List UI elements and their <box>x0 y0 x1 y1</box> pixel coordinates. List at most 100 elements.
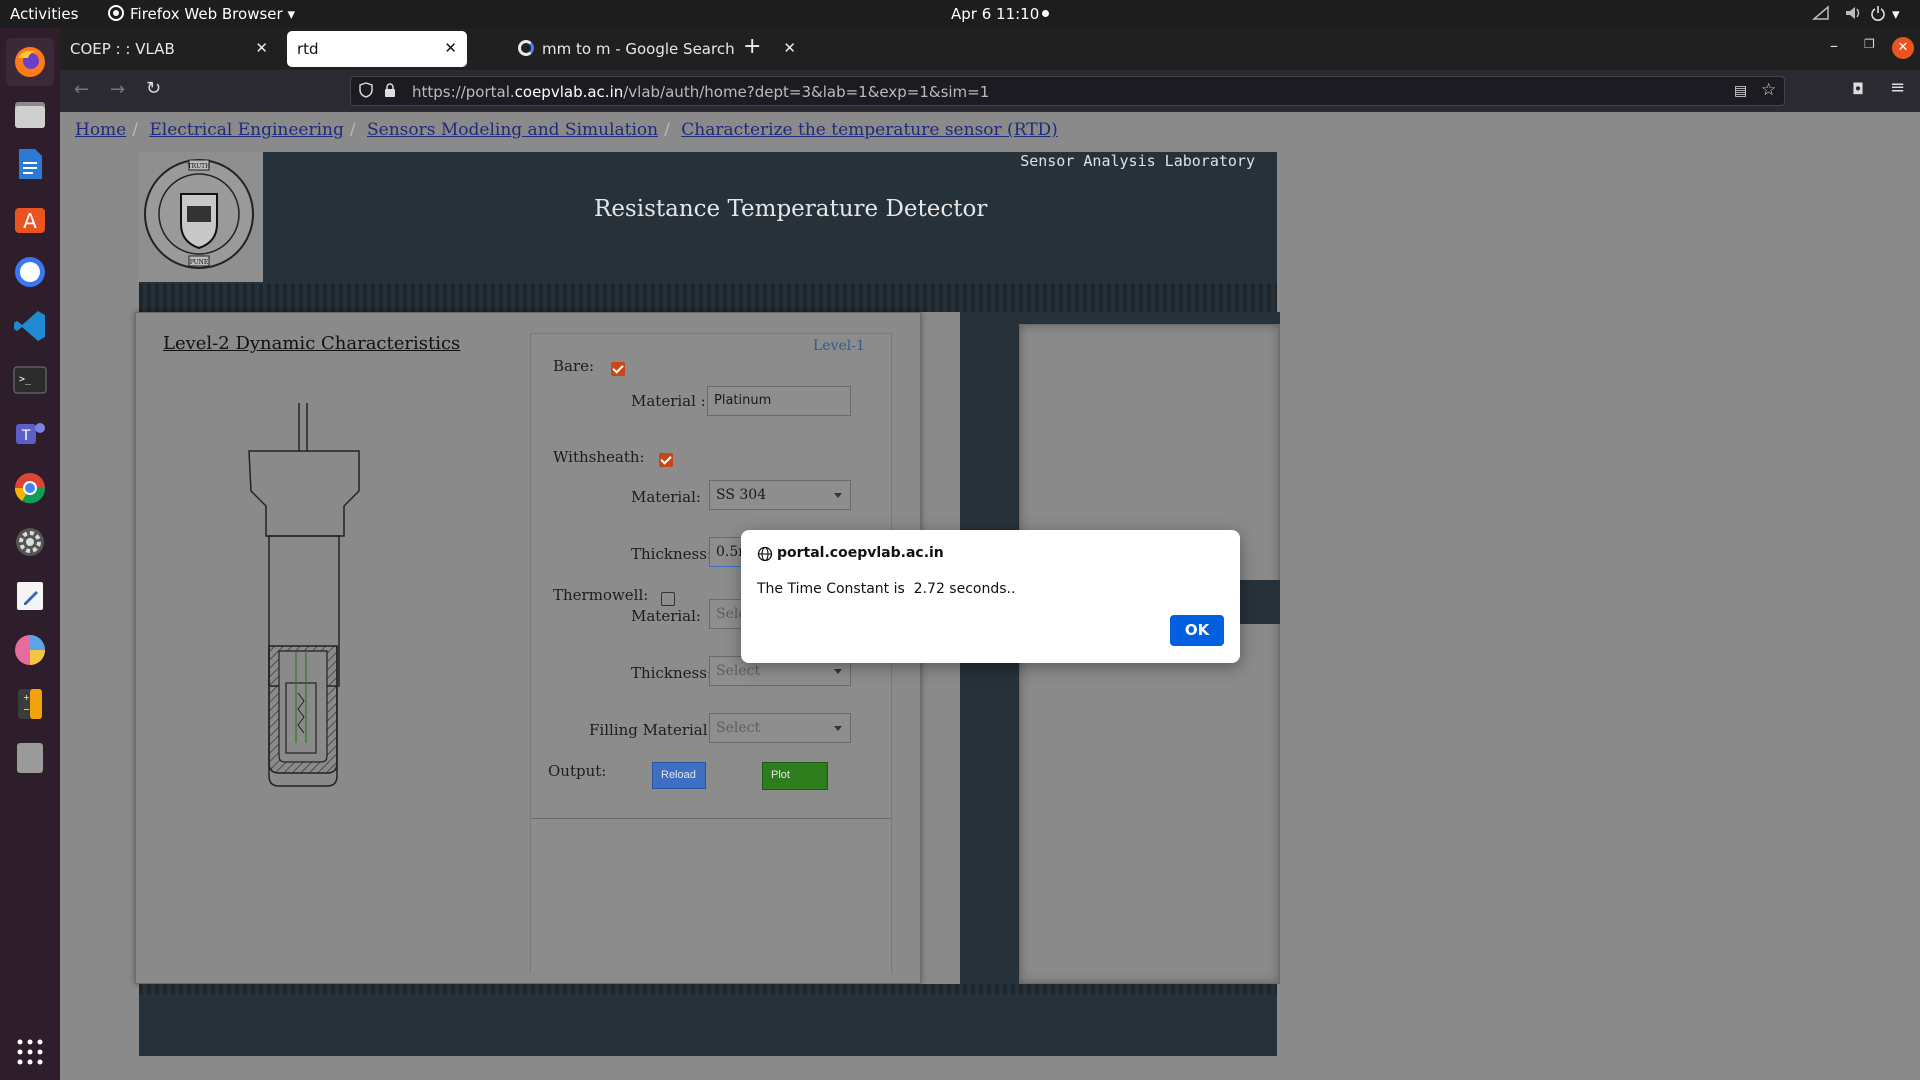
volume-icon[interactable] <box>1844 5 1862 25</box>
close-tab-icon[interactable]: ✕ <box>444 39 457 57</box>
breadcrumb-sensors-modeling[interactable]: Sensors Modeling and Simulation <box>367 120 658 140</box>
tab-label: rtd <box>297 40 319 58</box>
tab-rtd[interactable]: rtd ✕ <box>287 31 467 67</box>
thermowell-thickness-label: Thickness: <box>631 664 712 682</box>
text-editor-dock-icon[interactable] <box>12 578 48 614</box>
output-area <box>531 818 891 974</box>
network-icon[interactable] <box>1811 5 1830 25</box>
bare-checkbox[interactable] <box>611 362 625 376</box>
close-window-icon[interactable]: ✕ <box>1892 37 1914 59</box>
sheath-material-select[interactable]: SS 304 <box>709 480 851 510</box>
forward-arrow-icon[interactable]: → <box>110 79 125 100</box>
clock[interactable]: Apr 6 11:10 <box>951 5 1039 23</box>
withsheath-checkbox[interactable] <box>659 453 673 467</box>
level-1-link[interactable]: Level-1 <box>813 338 865 354</box>
google-favicon-icon <box>518 40 534 56</box>
close-tab-icon[interactable]: ✕ <box>255 39 268 57</box>
pocket-icon[interactable]: ◘ <box>1852 80 1864 98</box>
writer-dock-icon[interactable] <box>12 146 48 182</box>
college-crest-icon: TRUTH PUNE <box>144 159 254 269</box>
notification-dot-icon <box>1042 10 1049 17</box>
browser-nav-bar: ← → ↻ https://portal.coepvlab.ac.in/vlab… <box>60 70 1920 112</box>
dock: A >_ T + − <box>0 28 60 1080</box>
reload-icon[interactable]: ↻ <box>146 78 161 99</box>
url-text: https://portal.coepvlab.ac.in/vlab/auth/… <box>412 83 989 101</box>
close-tab-icon[interactable]: ✕ <box>783 39 796 57</box>
screenshot-dock-icon[interactable] <box>12 632 48 668</box>
svg-text:+: + <box>23 693 30 702</box>
show-apps-grid-icon[interactable] <box>12 1034 48 1070</box>
svg-text:PUNE: PUNE <box>190 259 209 266</box>
back-arrow-icon[interactable]: ← <box>74 79 89 100</box>
ok-button[interactable]: OK <box>1170 615 1224 646</box>
level-heading: Level-2 Dynamic Characteristics <box>163 333 461 354</box>
sheath-material-label: Material: <box>631 488 701 506</box>
college-logo: TRUTH PUNE <box>139 152 263 282</box>
svg-text:−: − <box>23 705 30 714</box>
reader-view-icon[interactable]: ▤ <box>1734 83 1747 99</box>
app-menu-label: Firefox Web Browser <box>130 5 283 23</box>
lab-header: TRUTH PUNE Sensor Analysis Laboratory Re… <box>139 152 1277 312</box>
new-tab-plus-icon[interactable]: + <box>743 34 761 59</box>
url-prefix: https://portal. <box>412 83 515 101</box>
system-top-bar: Activities Firefox Web Browser ▾ Apr 6 1… <box>0 0 1920 28</box>
app-menu[interactable]: Firefox Web Browser ▾ <box>130 5 295 23</box>
dialog-message: The Time Constant is 2.72 seconds.. <box>757 581 1016 597</box>
url-domain: coepvlab.ac.in <box>514 83 624 101</box>
vscode-dock-icon[interactable] <box>12 308 48 344</box>
header-divider <box>139 284 1277 312</box>
lock-icon[interactable] <box>383 82 397 102</box>
teams-dock-icon[interactable]: T <box>12 416 48 452</box>
plot-button[interactable]: Plot <box>762 762 828 790</box>
filling-material-select[interactable]: Select <box>709 713 851 743</box>
shield-icon[interactable] <box>359 82 373 102</box>
svg-text:TRUTH: TRUTH <box>188 163 211 170</box>
svg-text:T: T <box>21 428 31 444</box>
software-center-dock-icon[interactable]: A <box>12 200 48 236</box>
footer-divider <box>139 984 1277 994</box>
breadcrumb: Home / Electrical Engineering / Sensors Mo… <box>75 120 1058 140</box>
filling-material-label: Filling Material: <box>589 721 713 739</box>
svg-text:>_: >_ <box>19 374 32 385</box>
system-menu-chevron-icon[interactable]: ▾ <box>1892 5 1900 23</box>
files-dock-icon[interactable] <box>12 96 48 132</box>
breadcrumb-home[interactable]: Home <box>75 120 126 140</box>
url-bar[interactable]: https://portal.coepvlab.ac.in/vlab/auth/… <box>350 76 1785 106</box>
terminal-dock-icon[interactable]: >_ <box>12 362 48 398</box>
alert-dialog: portal.coepvlab.ac.in The Time Constant … <box>741 530 1240 663</box>
calculator-dock-icon[interactable]: + − <box>12 686 48 722</box>
minimize-window-icon[interactable]: – <box>1830 36 1838 55</box>
thermowell-material-label: Material: <box>631 607 701 625</box>
firefox-indicator-icon <box>108 5 124 25</box>
bare-material-input[interactable]: Platinum <box>707 386 851 416</box>
bookmark-star-icon[interactable]: ☆ <box>1761 80 1776 100</box>
browser-tab-bar: COEP : : VLAB ✕ rtd ✕ mm to m - Google S… <box>60 28 1920 70</box>
sheath-thickness-label: Thickness: <box>631 545 712 563</box>
tab-label: mm to m - Google Search <box>542 40 735 58</box>
withsheath-label: Withsheath: <box>553 448 645 466</box>
page-title: Resistance Temperature Detector <box>594 196 988 222</box>
output-label: Output: <box>548 762 607 780</box>
thermowell-checkbox[interactable] <box>661 592 675 606</box>
rtd-sensor-diagram <box>248 403 360 787</box>
breadcrumb-characterize-rtd[interactable]: Characterize the temperature sensor (RTD… <box>681 120 1058 140</box>
globe-icon <box>757 546 773 566</box>
chat-dock-icon[interactable] <box>12 254 48 290</box>
reload-button[interactable]: Reload <box>652 762 706 789</box>
bare-material-label: Material : <box>631 392 706 410</box>
chrome-dock-icon[interactable] <box>12 470 48 506</box>
hamburger-menu-icon[interactable]: ≡ <box>1890 77 1905 98</box>
lab-name: Sensor Analysis Laboratory <box>1020 152 1255 170</box>
activities-button[interactable]: Activities <box>10 5 78 23</box>
page-footer <box>139 984 1277 1056</box>
bare-label: Bare: <box>553 357 595 375</box>
power-icon[interactable] <box>1870 5 1886 25</box>
ssd-drive-dock-icon[interactable] <box>12 740 48 776</box>
maximize-window-icon[interactable]: ❐ <box>1864 37 1875 51</box>
dialog-origin: portal.coepvlab.ac.in <box>777 545 944 561</box>
settings-dock-icon[interactable] <box>12 524 48 560</box>
breadcrumb-electrical-engineering[interactable]: Electrical Engineering <box>149 120 343 140</box>
firefox-dock-icon[interactable] <box>6 38 54 86</box>
tab-label: COEP : : VLAB <box>70 40 175 58</box>
tab-coep-vlab[interactable]: COEP : : VLAB ✕ <box>60 31 278 67</box>
